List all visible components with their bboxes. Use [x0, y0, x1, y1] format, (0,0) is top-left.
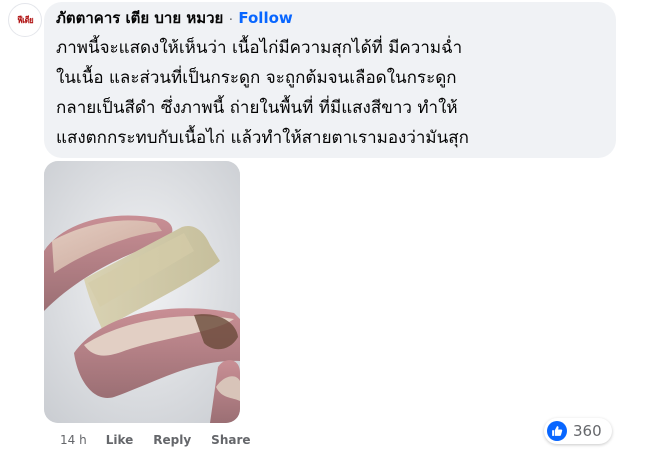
comment-photo[interactable] [44, 161, 240, 423]
avatar-text: ฟีเตีย [17, 16, 33, 26]
share-button[interactable]: Share [211, 433, 250, 447]
reply-button[interactable]: Reply [153, 433, 191, 447]
reaction-summary[interactable]: 360 [544, 418, 612, 444]
comment-text-line: ในเนื้อ และส่วนที่เป็นกระดูก จะถูกต้มจนเ… [56, 68, 457, 88]
comment-text: ภาพนี้จะแสดงให้เห็นว่า เนื้อไก่มีความสุก… [56, 33, 608, 153]
comment-bubble: ภัตตาคาร เตีย บาย หมวย · Follow ภาพนี้จะ… [44, 2, 616, 158]
like-thumb-icon [547, 421, 567, 441]
comment-actions: 14 h Like Reply Share [60, 430, 271, 450]
comment-text-line: กลายเป็นสีดำ ซึ่งภาพนี้ ถ่ายในพื้นที่ ที… [56, 98, 458, 118]
reaction-count: 360 [573, 422, 602, 440]
comment-text-line: ภาพนี้จะแสดงให้เห็นว่า เนื้อไก่มีความสุก… [56, 38, 463, 58]
author-avatar[interactable]: ฟีเตีย [8, 3, 42, 37]
like-button[interactable]: Like [106, 433, 134, 447]
author-name[interactable]: ภัตตาคาร เตีย บาย หมวย [56, 6, 223, 30]
comment-text-line: แสงตกกระทบกับเนื้อไก่ แล้วทำให้สายตาเราม… [56, 128, 469, 148]
follow-button[interactable]: Follow [238, 9, 292, 27]
timestamp[interactable]: 14 h [60, 433, 87, 447]
separator-dot: · [228, 9, 234, 27]
chicken-photo-image [44, 161, 240, 423]
comment-header: ภัตตาคาร เตีย บาย หมวย · Follow [56, 7, 293, 29]
